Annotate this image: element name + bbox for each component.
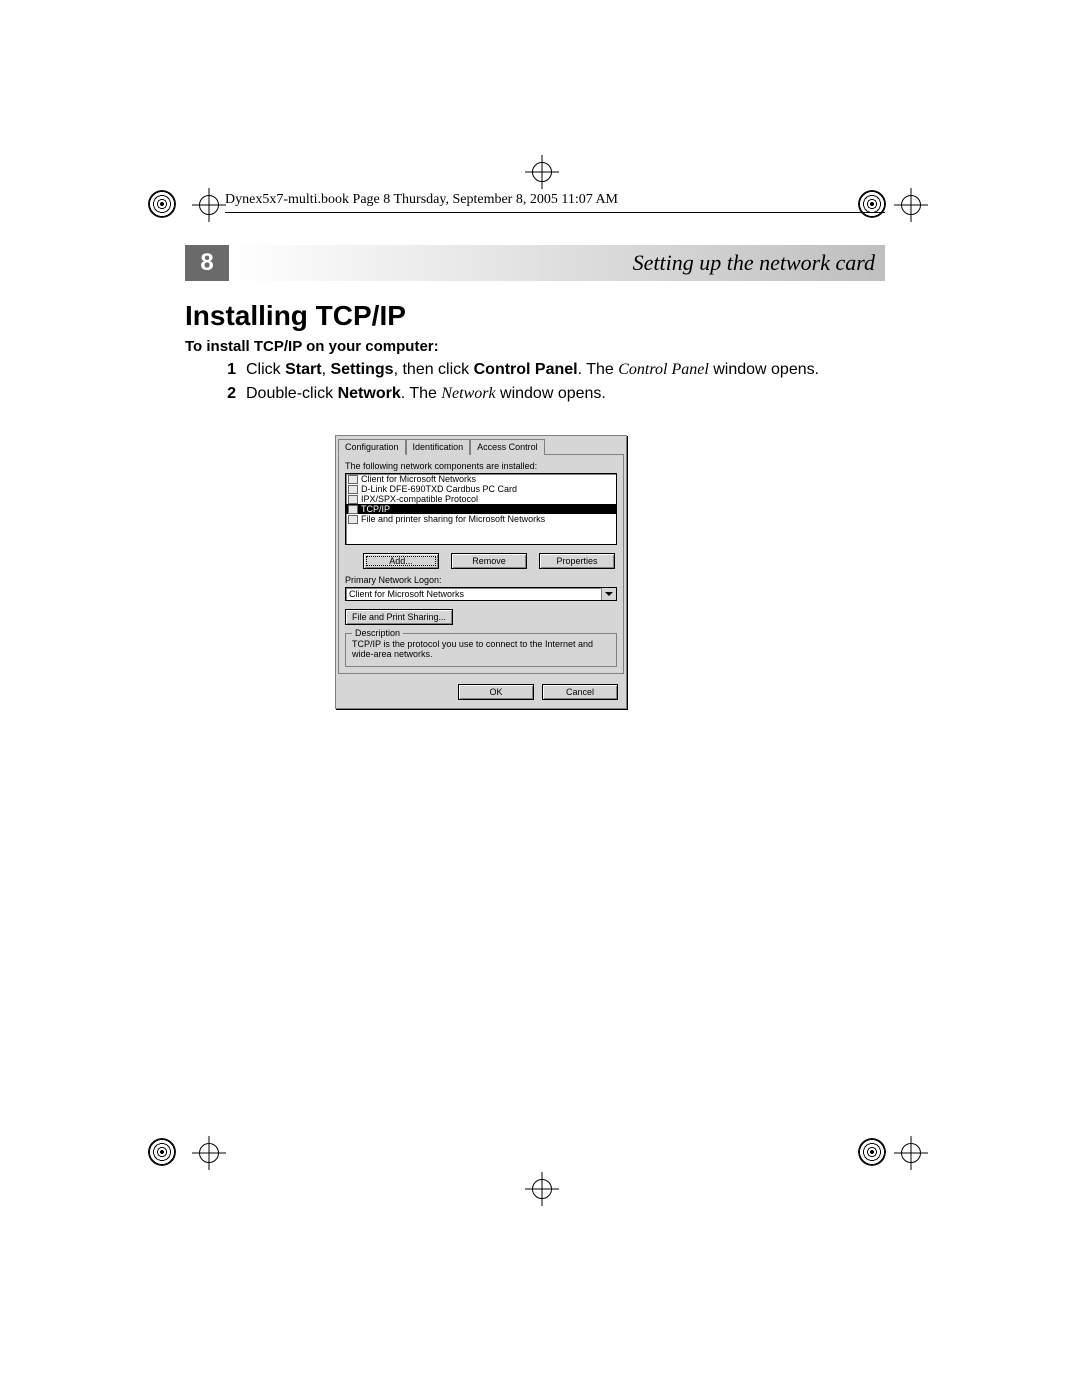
t: Click	[246, 361, 285, 378]
reg-mark-icon	[858, 1138, 886, 1166]
protocol-icon	[348, 495, 358, 504]
components-listbox[interactable]: Client for Microsoft Networks D-Link DFE…	[345, 473, 617, 545]
steps-list: 1 Click Start, Settings, then click Cont…	[220, 360, 880, 408]
list-item-label: D-Link DFE-690TXD Cardbus PC Card	[361, 484, 517, 494]
components-label: The following network components are ins…	[345, 461, 617, 471]
crop-mark-icon	[894, 188, 928, 222]
select-value: Client for Microsoft Networks	[346, 588, 601, 600]
step-text: Double-click Network. The Network window…	[246, 384, 606, 404]
adapter-icon	[348, 485, 358, 494]
crop-mark-icon	[525, 155, 559, 189]
page-subheading: To install TCP/IP on your computer:	[185, 338, 439, 355]
file-print-sharing-button[interactable]: File and Print Sharing...	[345, 609, 453, 625]
client-icon	[348, 475, 358, 484]
list-item[interactable]: File and printer sharing for Microsoft N…	[346, 514, 616, 524]
reg-mark-icon	[148, 190, 176, 218]
section-title: Setting up the network card	[633, 245, 875, 281]
tab-identification[interactable]: Identification	[406, 439, 471, 455]
list-item-label: TCP/IP	[361, 504, 390, 514]
reg-mark-icon	[148, 1138, 176, 1166]
description-group: Description TCP/IP is the protocol you u…	[345, 633, 617, 667]
list-item-label: Client for Microsoft Networks	[361, 474, 476, 484]
add-button[interactable]: Add...	[363, 553, 439, 569]
bold: Start	[285, 361, 321, 378]
list-item[interactable]: IPX/SPX-compatible Protocol	[346, 494, 616, 504]
italic: Network	[441, 385, 495, 402]
tab-panel: The following network components are ins…	[338, 454, 624, 674]
tab-configuration[interactable]: Configuration	[338, 439, 406, 455]
tab-strip: Configuration Identification Access Cont…	[336, 436, 626, 454]
t: Double-click	[246, 385, 338, 402]
step-number: 2	[220, 384, 236, 404]
description-legend: Description	[352, 628, 403, 638]
italic: Control Panel	[618, 361, 709, 378]
bold: Network	[338, 385, 401, 402]
crop-mark-icon	[192, 188, 226, 222]
primary-logon-select[interactable]: Client for Microsoft Networks	[345, 587, 617, 601]
chevron-down-icon[interactable]	[601, 588, 616, 600]
protocol-icon	[348, 505, 358, 514]
step-text: Click Start, Settings, then click Contro…	[246, 360, 819, 380]
t: , then click	[394, 361, 474, 378]
description-text: TCP/IP is the protocol you use to connec…	[352, 640, 610, 660]
t: window opens.	[496, 385, 606, 402]
crop-mark-icon	[192, 1136, 226, 1170]
primary-logon-label: Primary Network Logon:	[345, 575, 617, 585]
ok-button[interactable]: OK	[458, 684, 534, 700]
page-number: 8	[185, 245, 229, 281]
list-item[interactable]: D-Link DFE-690TXD Cardbus PC Card	[346, 484, 616, 494]
tab-access-control[interactable]: Access Control	[470, 439, 545, 455]
crop-mark-icon	[894, 1136, 928, 1170]
list-item[interactable]: Client for Microsoft Networks	[346, 474, 616, 484]
running-header: Dynex5x7-multi.book Page 8 Thursday, Sep…	[225, 192, 618, 207]
bold: Settings	[330, 361, 393, 378]
list-item-selected[interactable]: TCP/IP	[346, 504, 616, 514]
properties-button[interactable]: Properties	[539, 553, 615, 569]
crop-mark-icon	[525, 1172, 559, 1206]
step-2: 2 Double-click Network. The Network wind…	[220, 384, 880, 404]
list-item-label: IPX/SPX-compatible Protocol	[361, 494, 478, 504]
divider	[225, 212, 885, 213]
section-banner: 8 Setting up the network card	[185, 245, 885, 281]
list-item-label: File and printer sharing for Microsoft N…	[361, 514, 545, 524]
remove-button[interactable]: Remove	[451, 553, 527, 569]
service-icon	[348, 515, 358, 524]
page-heading: Installing TCP/IP	[185, 300, 406, 332]
network-dialog: Configuration Identification Access Cont…	[335, 435, 627, 709]
bold: Control Panel	[474, 361, 578, 378]
t: . The	[401, 385, 442, 402]
cancel-button[interactable]: Cancel	[542, 684, 618, 700]
step-number: 1	[220, 360, 236, 380]
t: window opens.	[709, 361, 819, 378]
t: . The	[578, 361, 619, 378]
step-1: 1 Click Start, Settings, then click Cont…	[220, 360, 880, 380]
